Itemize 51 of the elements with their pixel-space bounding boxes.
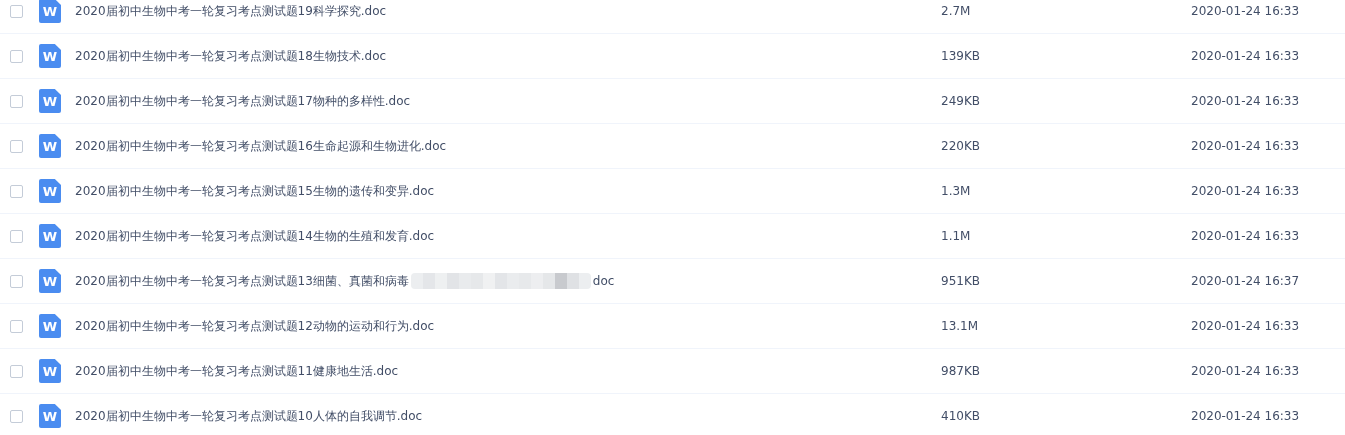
checkbox[interactable] bbox=[10, 364, 23, 378]
modified-time: 2020-01-24 16:33 bbox=[1191, 4, 1301, 18]
modified-time: 2020-01-24 16:33 bbox=[1191, 49, 1301, 63]
file-name[interactable]: 2020届初中生物中考一轮复习考点测试题18生物技术.doc bbox=[75, 47, 387, 65]
word-file-icon: W bbox=[39, 89, 61, 113]
modified-time: 2020-01-24 16:33 bbox=[1191, 364, 1301, 378]
checkbox[interactable] bbox=[10, 4, 23, 18]
file-name[interactable]: 2020届初中生物中考一轮复习考点测试题16生命起源和生物进化.doc bbox=[75, 137, 447, 155]
file-size: 220KB bbox=[941, 139, 981, 153]
file-size: 139KB bbox=[941, 49, 981, 63]
modified-time: 2020-01-24 16:33 bbox=[1191, 409, 1301, 423]
file-size: 951KB bbox=[941, 274, 981, 288]
file-name[interactable]: 2020届初中生物中考一轮复习考点测试题14生物的生殖和发育.doc bbox=[75, 227, 435, 245]
file-size: 1.3M bbox=[941, 184, 972, 198]
file-name[interactable]: 2020届初中生物中考一轮复习考点测试题11健康地生活.doc bbox=[75, 362, 399, 380]
file-size: 410KB bbox=[941, 409, 981, 423]
word-file-icon: W bbox=[39, 269, 61, 293]
checkbox[interactable] bbox=[10, 274, 23, 288]
word-file-icon: W bbox=[39, 404, 61, 428]
modified-time: 2020-01-24 16:33 bbox=[1191, 319, 1301, 333]
modified-time: 2020-01-24 16:33 bbox=[1191, 229, 1301, 243]
word-file-icon: W bbox=[39, 224, 61, 248]
file-name[interactable]: 2020届初中生物中考一轮复习考点测试题12动物的运动和行为.doc bbox=[75, 317, 435, 335]
checkbox[interactable] bbox=[10, 94, 23, 108]
word-file-icon: W bbox=[39, 134, 61, 158]
modified-time: 2020-01-24 16:37 bbox=[1191, 274, 1301, 288]
file-name[interactable]: 2020届初中生物中考一轮复习考点测试题19科学探究.doc bbox=[75, 2, 387, 20]
word-file-icon: W bbox=[39, 0, 61, 23]
checkbox[interactable] bbox=[10, 139, 23, 153]
checkbox[interactable] bbox=[10, 319, 23, 333]
modified-time: 2020-01-24 16:33 bbox=[1191, 139, 1301, 153]
file-size: 1.1M bbox=[941, 229, 972, 243]
modified-time: 2020-01-24 16:33 bbox=[1191, 184, 1301, 198]
modified-time: 2020-01-24 16:33 bbox=[1191, 94, 1301, 108]
checkbox[interactable] bbox=[10, 229, 23, 243]
word-file-icon: W bbox=[39, 359, 61, 383]
file-extension: doc bbox=[592, 274, 615, 288]
file-size: 2.7M bbox=[941, 4, 972, 18]
file-size: 13.1M bbox=[941, 319, 980, 333]
file-name[interactable]: 2020届初中生物中考一轮复习考点测试题10人体的自我调节.doc bbox=[75, 407, 423, 425]
file-size: 987KB bbox=[941, 364, 981, 378]
checkbox[interactable] bbox=[10, 184, 23, 198]
file-name[interactable]: 2020届初中生物中考一轮复习考点测试题13细菌、真菌和病毒 bbox=[75, 272, 409, 290]
file-name[interactable]: 2020届初中生物中考一轮复习考点测试题15生物的遗传和变异.doc bbox=[75, 182, 435, 200]
file-name[interactable]: 2020届初中生物中考一轮复习考点测试题17物种的多样性.doc bbox=[75, 92, 411, 110]
word-file-icon: W bbox=[39, 44, 61, 68]
file-size: 249KB bbox=[941, 94, 981, 108]
word-file-icon: W bbox=[39, 179, 61, 203]
checkbox[interactable] bbox=[10, 409, 23, 423]
checkbox[interactable] bbox=[10, 49, 23, 63]
word-file-icon: W bbox=[39, 314, 61, 338]
